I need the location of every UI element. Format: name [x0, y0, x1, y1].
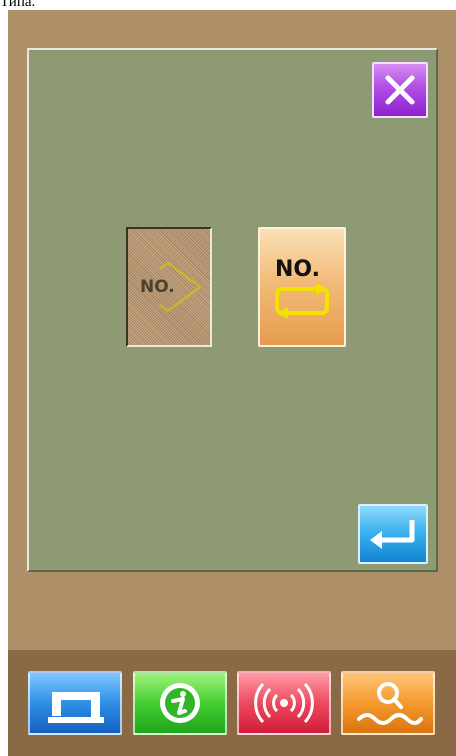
page-caption: Типа.: [0, 0, 36, 10]
information-button[interactable]: [133, 671, 227, 735]
enter-button[interactable]: [358, 504, 428, 564]
number-cycle-button[interactable]: NO.: [258, 227, 346, 347]
communication-button[interactable]: [237, 671, 331, 735]
pattern-search-button[interactable]: [341, 671, 435, 735]
info-i-icon: [160, 683, 200, 723]
return-arrow-icon: [370, 520, 415, 549]
magnifier-wave-icon: [357, 682, 423, 725]
loop-arrows-icon: [275, 283, 329, 319]
close-x-icon: [385, 75, 415, 105]
sewing-machine-icon: [48, 692, 104, 723]
wireless-signal-icon: [254, 682, 314, 724]
app-screen: NO. NO.: [8, 10, 456, 756]
number-select-label: NO.: [140, 277, 175, 297]
close-button[interactable]: [372, 62, 428, 118]
number-select-button[interactable]: NO.: [126, 227, 212, 347]
sewing-mode-button[interactable]: [28, 671, 122, 735]
main-panel: NO. NO.: [27, 48, 438, 572]
bottom-toolbar: [8, 650, 456, 756]
